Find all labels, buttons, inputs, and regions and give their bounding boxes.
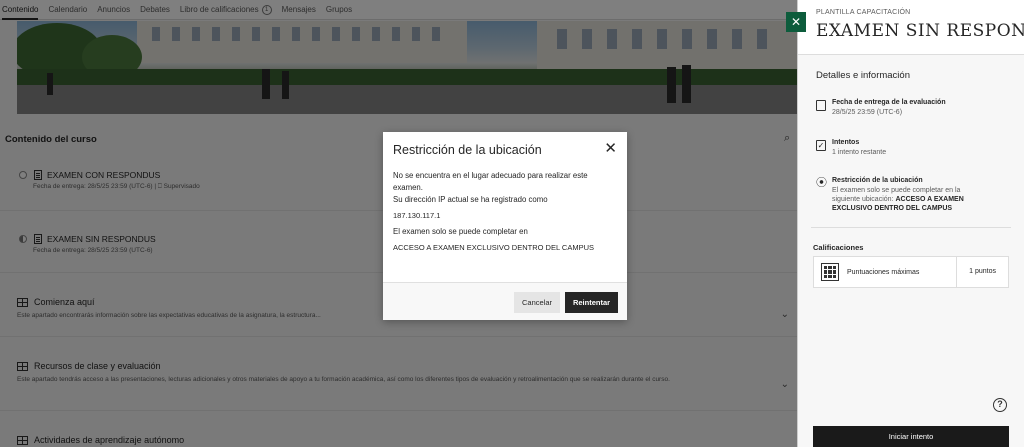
details-heading: Detalles e información xyxy=(816,70,910,81)
location-label: Restricción de la ubicación xyxy=(832,177,923,184)
due-date-label: Fecha de entrega de la evaluación xyxy=(832,99,946,106)
retry-button[interactable]: Reintentar xyxy=(565,292,618,313)
dialog-message: No se encuentra en el lugar adecuado par… xyxy=(393,171,588,192)
dialog-ip-intro: Su dirección IP actual se ha registrado … xyxy=(393,195,548,204)
panel-title: EXAMEN SIN RESPON... xyxy=(816,21,1024,41)
dialog-location-intro: El examen solo se puede completar en xyxy=(393,227,528,236)
dialog-ip-address: 187.130.117.1 xyxy=(393,211,441,220)
dialog-footer: Cancelar Reintentar xyxy=(383,282,627,320)
panel-header: ✕ PLANTILLA CAPACITACIÓN EXAMEN SIN RESP… xyxy=(786,0,1024,55)
location-pin-icon: ⦿ xyxy=(816,177,827,189)
calendar-icon xyxy=(816,100,826,111)
details-panel: ✕ PLANTILLA CAPACITACIÓN EXAMEN SIN RESP… xyxy=(786,0,1024,447)
attempts-value: 1 intento restante xyxy=(832,149,887,156)
dialog-body: No se encuentra en el lugar adecuado par… xyxy=(393,170,619,258)
checkbox-icon: ✓ xyxy=(816,140,826,151)
due-date-value: 28/5/25 23:59 (UTC-6) xyxy=(832,109,903,116)
start-attempt-button[interactable]: Iniciar intento xyxy=(813,426,1009,447)
attempts-detail: ✓ Intentos 1 intento restante xyxy=(816,139,886,157)
grades-heading: Calificaciones xyxy=(813,243,864,252)
max-score-box: Puntuaciones máximas 1 puntos xyxy=(813,256,1009,288)
close-panel-button[interactable]: ✕ xyxy=(786,12,806,32)
gradebook-icon xyxy=(821,263,839,281)
location-restriction-detail: ⦿ Restricción de la ubicación El examen … xyxy=(816,177,982,213)
close-icon[interactable]: ✕ xyxy=(604,141,617,156)
location-value: El examen solo se puede completar en la … xyxy=(832,186,982,213)
dialog-location-name: ACCESO A EXAMEN EXCLUSIVO DENTRO DEL CAM… xyxy=(393,243,595,252)
location-restriction-dialog: Restricción de la ubicación ✕ No se encu… xyxy=(383,132,627,320)
cancel-button[interactable]: Cancelar xyxy=(514,292,560,313)
max-score-value: 1 puntos xyxy=(956,256,1008,288)
divider xyxy=(811,227,1011,228)
help-icon[interactable]: ? xyxy=(993,398,1007,412)
due-date-detail: Fecha de entrega de la evaluación 28/5/2… xyxy=(816,99,946,117)
dialog-title: Restricción de la ubicación xyxy=(393,143,542,157)
max-score-label: Puntuaciones máximas xyxy=(847,268,920,276)
panel-course-name: PLANTILLA CAPACITACIÓN xyxy=(816,9,911,16)
attempts-label: Intentos xyxy=(832,139,860,146)
